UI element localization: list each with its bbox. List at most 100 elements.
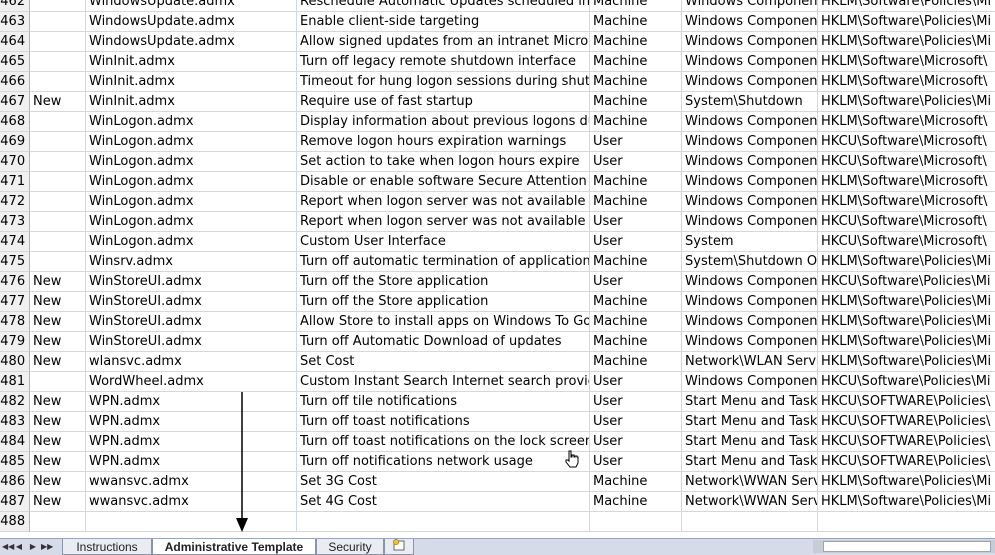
setting-cell[interactable]: Remove logon hours expiration warnings <box>297 132 590 152</box>
registry-path-cell[interactable]: HKLM\Software\Microsoft\ <box>818 192 995 212</box>
category-cell[interactable]: Windows Component <box>682 172 818 192</box>
registry-path-cell[interactable]: HKLM\Software\Policies\Mi <box>818 312 995 332</box>
setting-cell[interactable]: Report when logon server was not availab… <box>297 192 590 212</box>
tab-administrative-template[interactable]: Administrative Template <box>152 539 316 555</box>
scope-cell[interactable]: User <box>590 272 682 292</box>
file-cell[interactable]: WordWheel.admx <box>86 372 297 392</box>
registry-path-cell[interactable]: HKLM\Software\Microsoft\ <box>818 112 995 132</box>
row-number[interactable]: 3473 <box>0 212 30 232</box>
category-cell[interactable]: Windows Component <box>682 12 818 32</box>
registry-path-cell[interactable]: HKCU\Software\Microsoft\ <box>818 212 995 232</box>
row-number[interactable]: 3468 <box>0 112 30 132</box>
category-cell[interactable]: Start Menu and Taskb <box>682 432 818 452</box>
file-cell[interactable]: WinLogon.admx <box>86 132 297 152</box>
status-cell[interactable] <box>30 252 86 272</box>
row-number[interactable]: 3481 <box>0 372 30 392</box>
scope-cell[interactable]: Machine <box>590 292 682 312</box>
setting-cell[interactable]: Turn off the Store application <box>297 292 590 312</box>
setting-cell[interactable]: Disable or enable software Secure Attent… <box>297 172 590 192</box>
setting-cell[interactable]: Reschedule Automatic Updates scheduled i… <box>297 0 590 12</box>
row-number[interactable]: 3472 <box>0 192 30 212</box>
file-cell[interactable]: WinLogon.admx <box>86 112 297 132</box>
file-cell[interactable]: wlansvc.admx <box>86 352 297 372</box>
registry-path-cell[interactable]: HKLM\Software\Policies\Mi <box>818 352 995 372</box>
scope-cell[interactable]: Machine <box>590 252 682 272</box>
registry-path-cell[interactable]: HKCU\Software\Policies\Mi <box>818 372 995 392</box>
last-sheet-icon[interactable]: ▶▶ <box>41 541 53 552</box>
status-cell[interactable]: New <box>30 332 86 352</box>
row-number[interactable]: 3486 <box>0 472 30 492</box>
setting-cell[interactable]: Turn off toast notifications on the lock… <box>297 432 590 452</box>
registry-path-cell[interactable]: HKLM\Software\Policies\Mi <box>818 472 995 492</box>
setting-cell[interactable]: Set action to take when logon hours expi… <box>297 152 590 172</box>
file-cell[interactable]: WPN.admx <box>86 392 297 412</box>
row-number[interactable]: 3483 <box>0 412 30 432</box>
category-cell[interactable]: System <box>682 232 818 252</box>
registry-path-cell[interactable]: HKLM\Software\Microsoft\ <box>818 52 995 72</box>
registry-path-cell[interactable]: HKLM\Software\Policies\Mi <box>818 252 995 272</box>
status-cell[interactable] <box>30 232 86 252</box>
row-number[interactable]: 3482 <box>0 392 30 412</box>
scope-cell[interactable]: User <box>590 232 682 252</box>
row-number[interactable]: 3487 <box>0 492 30 512</box>
scrollbar-thumb[interactable] <box>823 541 991 552</box>
row-number[interactable]: 3475 <box>0 252 30 272</box>
category-cell[interactable]: System\Shutdown Op <box>682 252 818 272</box>
scope-cell[interactable]: Machine <box>590 352 682 372</box>
row-number[interactable]: 3464 <box>0 32 30 52</box>
category-cell[interactable]: Network\WWAN Serv <box>682 492 818 512</box>
status-cell[interactable]: New <box>30 392 86 412</box>
category-cell[interactable]: Windows Component <box>682 192 818 212</box>
setting-cell[interactable]: Turn off Automatic Download of updates <box>297 332 590 352</box>
row-number[interactable]: 3484 <box>0 432 30 452</box>
scope-cell[interactable]: Machine <box>590 32 682 52</box>
setting-cell[interactable]: Turn off notifications network usage <box>297 452 590 472</box>
row-number[interactable]: 3477 <box>0 292 30 312</box>
scope-cell[interactable] <box>590 512 682 532</box>
category-cell[interactable]: Windows Component <box>682 52 818 72</box>
file-cell[interactable]: WinInit.admx <box>86 72 297 92</box>
registry-path-cell[interactable]: HKCU\Software\Policies\Mi <box>818 272 995 292</box>
scope-cell[interactable]: Machine <box>590 112 682 132</box>
file-cell[interactable]: WinLogon.admx <box>86 212 297 232</box>
row-number[interactable]: 3476 <box>0 272 30 292</box>
scope-cell[interactable]: User <box>590 392 682 412</box>
category-cell[interactable]: System\Shutdown <box>682 92 818 112</box>
registry-path-cell[interactable]: HKCU\SOFTWARE\Policies\ <box>818 452 995 472</box>
tab-instructions[interactable]: Instructions <box>62 539 152 555</box>
status-cell[interactable]: New <box>30 452 86 472</box>
registry-path-cell[interactable]: HKCU\Software\Microsoft\ <box>818 232 995 252</box>
scope-cell[interactable]: User <box>590 412 682 432</box>
scope-cell[interactable]: User <box>590 372 682 392</box>
file-cell[interactable] <box>86 512 297 532</box>
registry-path-cell[interactable]: HKCU\Software\Microsoft\ <box>818 152 995 172</box>
status-cell[interactable]: New <box>30 412 86 432</box>
setting-cell[interactable]: Allow Store to install apps on Windows T… <box>297 312 590 332</box>
horizontal-scrollbar[interactable] <box>813 540 995 553</box>
scope-cell[interactable]: Machine <box>590 472 682 492</box>
scope-cell[interactable]: User <box>590 132 682 152</box>
row-number[interactable]: 3485 <box>0 452 30 472</box>
scope-cell[interactable]: User <box>590 452 682 472</box>
file-cell[interactable]: WinStoreUI.admx <box>86 332 297 352</box>
category-cell[interactable]: Windows Component <box>682 292 818 312</box>
scope-cell[interactable]: Machine <box>590 492 682 512</box>
setting-cell[interactable]: Require use of fast startup <box>297 92 590 112</box>
setting-cell[interactable]: Enable client-side targeting <box>297 12 590 32</box>
scope-cell[interactable]: Machine <box>590 332 682 352</box>
status-cell[interactable]: New <box>30 492 86 512</box>
file-cell[interactable]: WinInit.admx <box>86 52 297 72</box>
scope-cell[interactable]: Machine <box>590 92 682 112</box>
row-number[interactable]: 3469 <box>0 132 30 152</box>
row-number[interactable]: 3480 <box>0 352 30 372</box>
status-cell[interactable] <box>30 512 86 532</box>
scope-cell[interactable]: Machine <box>590 0 682 12</box>
status-cell[interactable] <box>30 112 86 132</box>
status-cell[interactable] <box>30 192 86 212</box>
category-cell[interactable] <box>682 512 818 532</box>
file-cell[interactable]: WinLogon.admx <box>86 172 297 192</box>
category-cell[interactable]: Windows Component <box>682 372 818 392</box>
row-number[interactable]: 3470 <box>0 152 30 172</box>
file-cell[interactable]: Winsrv.admx <box>86 252 297 272</box>
setting-cell[interactable]: Set Cost <box>297 352 590 372</box>
